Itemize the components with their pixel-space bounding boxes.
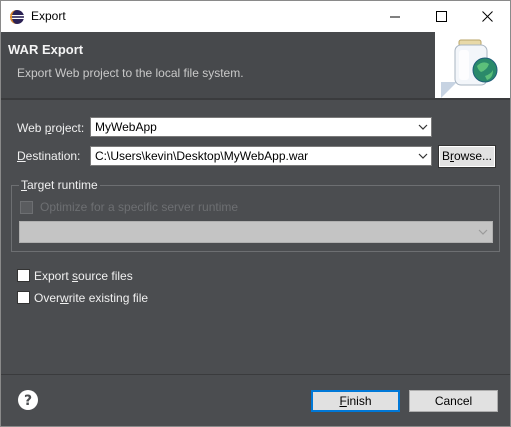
banner-description: Export Web project to the local file sys… [17,66,244,80]
chevron-down-icon[interactable] [413,118,431,136]
export-source-checkbox[interactable] [17,269,30,282]
footer-divider [1,374,510,375]
cancel-button[interactable]: Cancel [409,390,498,412]
help-icon: ? [18,390,38,410]
banner-image [435,32,510,98]
chevron-down-icon[interactable] [413,147,431,165]
web-project-label: Web project: [17,121,85,135]
minimize-button[interactable] [372,1,418,32]
maximize-icon [435,11,447,22]
eclipse-icon [10,10,24,24]
banner-heading: WAR Export [8,42,84,57]
destination-label: Destination: [17,149,81,163]
optimize-runtime-checkbox[interactable] [20,201,33,214]
title-bar: Export [1,1,510,32]
browse-button[interactable]: Browse... [438,145,496,168]
help-button[interactable]: ? [17,389,39,411]
overwrite-label: Overwrite existing file [34,291,149,305]
maximize-button[interactable] [418,1,464,32]
web-project-combo[interactable]: MyWebApp [90,117,432,137]
close-button[interactable] [464,1,510,32]
banner-divider [1,98,510,100]
destination-combo[interactable]: C:\Users\kevin\Desktop\MyWebApp.war [90,146,432,166]
export-dialog: Export WAR Export Export Web project to … [0,0,511,427]
help-glyph: ? [24,393,32,409]
runtime-combo[interactable] [19,221,493,243]
export-source-label: Export source files [34,269,133,283]
optimize-runtime-label: Optimize for a specific server runtime [40,200,239,214]
target-runtime-legend: Target runtime [19,178,100,192]
minimize-icon [389,16,400,18]
finish-button[interactable]: Finish [311,390,400,412]
wizard-banner: WAR Export Export Web project to the loc… [1,32,510,98]
destination-value: C:\Users\kevin\Desktop\MyWebApp.war [95,149,309,163]
war-export-jar-globe-icon [441,39,498,98]
close-icon [481,11,493,22]
window-title: Export [31,9,66,23]
overwrite-checkbox[interactable] [17,291,30,304]
web-project-value: MyWebApp [95,120,157,134]
chevron-down-icon [476,225,490,239]
